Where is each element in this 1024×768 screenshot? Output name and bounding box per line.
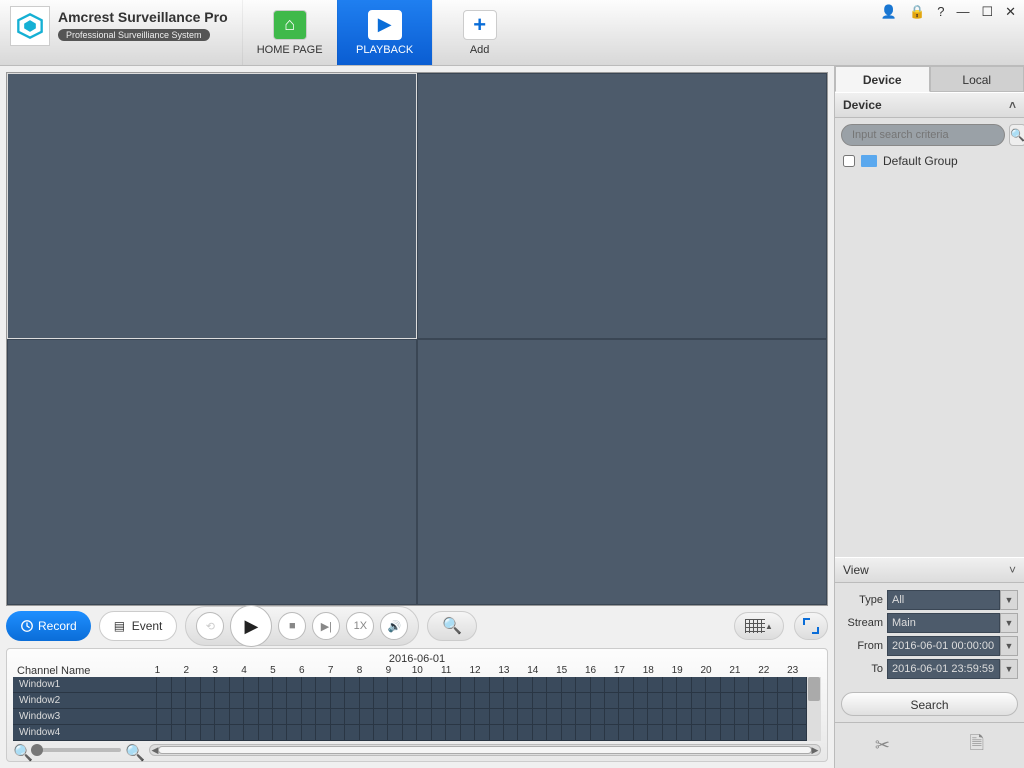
layout-button[interactable]: ▲ (734, 612, 784, 640)
tab-add-label: Add (470, 44, 490, 56)
minimize-icon[interactable]: — (956, 4, 969, 20)
channel-names: Window1Window2Window3Window4 (13, 677, 143, 741)
device-tree-item[interactable]: Default Group (835, 152, 1024, 170)
from-dropdown-icon[interactable]: ▼ (1000, 636, 1018, 656)
from-label: From (841, 640, 887, 652)
stop-button[interactable]: ■ (278, 612, 306, 640)
video-grid (6, 72, 828, 606)
fullscreen-icon (803, 618, 819, 634)
channel-name: Window2 (13, 693, 143, 709)
video-cell-3[interactable] (7, 339, 417, 605)
search-icon-button[interactable]: 🔍 (1009, 124, 1024, 146)
stream-label: Stream (841, 617, 887, 629)
section-view-header[interactable]: View ˅ (835, 557, 1024, 583)
hour-labels: 1234567891011121314151617181920212223 (143, 665, 807, 677)
chevron-up-icon: ˄ (1009, 98, 1016, 112)
search-icon: 🔍 (1010, 128, 1024, 142)
export-icon[interactable]: 🗎 (970, 731, 984, 761)
scroll-right-icon[interactable]: ▶ (810, 745, 820, 755)
record-button[interactable]: Record (6, 611, 91, 641)
top-bar: Amcrest Surveillance Pro Professional Su… (0, 0, 1024, 66)
channel-name: Window4 (13, 725, 143, 741)
zoom-slider[interactable] (31, 748, 121, 752)
channel-name: Window1 (13, 677, 143, 693)
zoom-in-icon[interactable]: 🔍 (125, 743, 139, 757)
home-icon: ⌂ (273, 10, 307, 40)
fullscreen-button[interactable] (794, 612, 828, 640)
tab-home-label: HOME PAGE (257, 44, 323, 56)
type-dropdown-icon[interactable]: ▼ (1000, 590, 1018, 610)
timeline-hscroll[interactable]: ◀ ▶ (149, 744, 821, 756)
video-cell-1[interactable] (7, 73, 417, 339)
section-device-header[interactable]: Device ˄ (835, 92, 1024, 118)
brand-logo-icon (10, 6, 50, 46)
to-label: To (841, 663, 887, 675)
clock-icon (20, 619, 34, 633)
timeline: 2016-06-01 Channel Name 1234567891011121… (6, 648, 828, 762)
search-input[interactable] (841, 124, 1005, 146)
folder-icon (861, 155, 877, 167)
channel-header: Channel Name (13, 665, 143, 677)
tab-home[interactable]: ⌂ HOME PAGE (242, 0, 337, 65)
type-select[interactable]: All (887, 590, 1000, 610)
to-input[interactable]: 2016-06-01 23:59:59 (887, 659, 1000, 679)
event-button[interactable]: ▤ Event (99, 611, 178, 641)
to-dropdown-icon[interactable]: ▼ (1000, 659, 1018, 679)
tab-add[interactable]: + Add (432, 0, 527, 65)
stream-select[interactable]: Main (887, 613, 1000, 633)
tab-local[interactable]: Local (930, 66, 1024, 92)
tab-playback[interactable]: ▶ PLAYBACK (337, 0, 432, 65)
zoom-button[interactable]: 🔍 (427, 611, 477, 641)
timeline-grid[interactable] (143, 677, 807, 741)
group-label: Default Group (883, 154, 958, 168)
cut-icon[interactable]: ✂ (875, 735, 890, 756)
plus-icon: + (463, 10, 497, 40)
window-controls: 👤 🔒 ? — ☐ ✕ (881, 4, 1016, 20)
search-button[interactable]: Search (841, 692, 1018, 716)
type-label: Type (841, 594, 887, 606)
list-icon: ▤ (114, 619, 128, 633)
volume-button[interactable]: 🔊 (380, 612, 408, 640)
speed-button[interactable]: 1X (346, 612, 374, 640)
chevron-down-icon: ˅ (1009, 563, 1016, 577)
timeline-vscroll[interactable] (807, 677, 821, 741)
zoom-out-icon[interactable]: 🔍 (13, 743, 27, 757)
stream-dropdown-icon[interactable]: ▼ (1000, 613, 1018, 633)
from-input[interactable]: 2016-06-01 00:00:00 (887, 636, 1000, 656)
group-checkbox[interactable] (843, 155, 855, 167)
channel-name: Window3 (13, 709, 143, 725)
close-icon[interactable]: ✕ (1005, 4, 1016, 20)
video-cell-2[interactable] (417, 73, 827, 339)
rewind-button[interactable]: ⟲ (196, 612, 224, 640)
side-panel: Device Local Device ˄ 🔍 Default Group Vi… (834, 66, 1024, 768)
main-tabs: ⌂ HOME PAGE ▶ PLAYBACK + Add (242, 0, 527, 65)
tab-device[interactable]: Device (835, 66, 930, 92)
grid-icon (745, 619, 765, 633)
play-button[interactable]: ▶ (230, 605, 272, 647)
video-cell-4[interactable] (417, 339, 827, 605)
app-subtitle: Professional Surveilliance System (58, 29, 210, 41)
playback-controls: Record ▤ Event ⟲ ▶ ■ ▶| 1X 🔊 🔍 ▲ (6, 606, 828, 646)
maximize-icon[interactable]: ☐ (981, 4, 993, 20)
user-icon[interactable]: 👤 (881, 4, 897, 20)
timeline-date: 2016-06-01 (13, 653, 821, 665)
lock-icon[interactable]: 🔒 (909, 4, 925, 20)
playback-icon: ▶ (368, 10, 402, 40)
app-title: Amcrest Surveillance Pro (58, 9, 228, 25)
next-button[interactable]: ▶| (312, 612, 340, 640)
tab-playback-label: PLAYBACK (356, 44, 413, 56)
brand: Amcrest Surveillance Pro Professional Su… (0, 0, 238, 52)
play-controls: ⟲ ▶ ■ ▶| 1X 🔊 (185, 606, 419, 646)
help-icon[interactable]: ? (937, 4, 944, 20)
magnifier-icon: 🔍 (442, 616, 462, 636)
